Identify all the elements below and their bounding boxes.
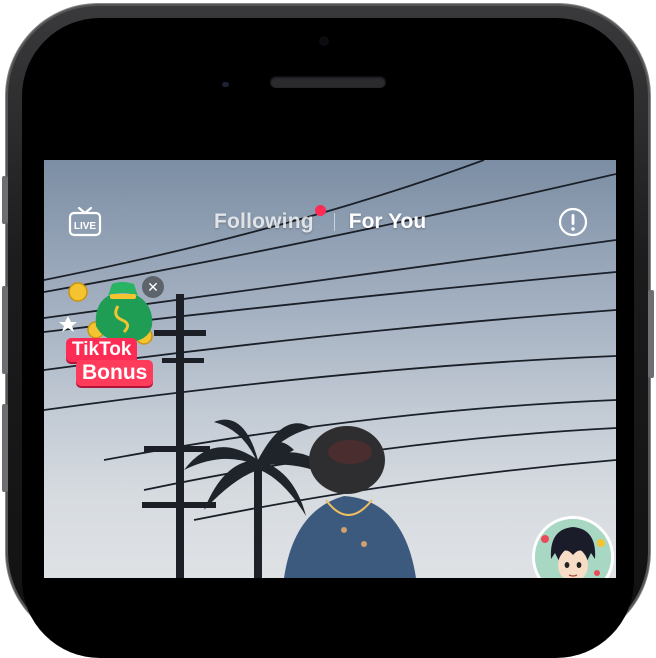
info-button[interactable] bbox=[557, 206, 589, 238]
tab-for-you[interactable]: For You bbox=[349, 210, 426, 234]
feed-tabs: Following For You bbox=[214, 205, 426, 236]
bonus-label-line1: TikTok bbox=[66, 338, 138, 362]
avatar-image bbox=[535, 519, 611, 578]
bonus-label[interactable]: TikTok Bonus bbox=[56, 338, 168, 386]
front-camera bbox=[319, 36, 329, 46]
bonus-label-line2: Bonus bbox=[76, 360, 154, 386]
earpiece-speaker bbox=[270, 76, 386, 88]
live-tv-icon: LIVE bbox=[68, 206, 102, 237]
bonus-close-button[interactable]: ✕ bbox=[142, 276, 164, 298]
live-label: LIVE bbox=[74, 221, 97, 232]
tab-following-label: Following bbox=[214, 210, 314, 233]
proximity-sensor bbox=[222, 82, 229, 87]
notification-dot bbox=[314, 205, 326, 216]
tab-divider bbox=[333, 213, 335, 231]
exclamation-circle-icon bbox=[558, 207, 588, 237]
live-button[interactable]: LIVE bbox=[68, 204, 102, 238]
tab-following[interactable]: Following bbox=[214, 205, 326, 234]
app-screen: LIVE Following For You TikTok Bonus ✕ bbox=[44, 160, 616, 578]
